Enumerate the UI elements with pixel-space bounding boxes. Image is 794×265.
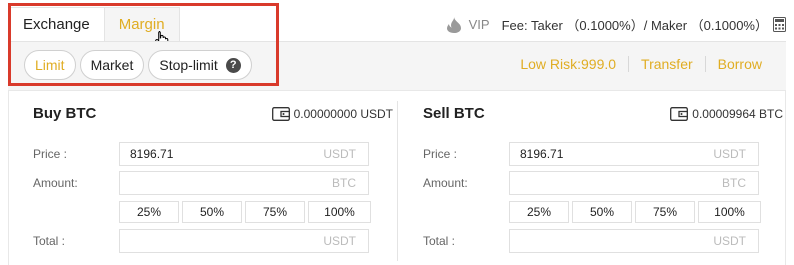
buy-percent-25[interactable]: 25% bbox=[119, 201, 179, 223]
fee-info: VIP Fee: Taker （0.1000%）/ Maker （0.1000%… bbox=[446, 15, 786, 34]
order-panel: Buy BTC 0.00000000 USDT Price : 8196.71 … bbox=[8, 90, 786, 265]
sell-price-row: Price : 8196.71 USDT bbox=[423, 142, 759, 166]
buy-total-input[interactable]: USDT bbox=[119, 229, 369, 253]
sell-amount-input[interactable]: BTC bbox=[509, 171, 759, 195]
sell-total-label: Total : bbox=[423, 234, 456, 248]
buy-form: Buy BTC 0.00000000 USDT Price : 8196.71 … bbox=[33, 91, 393, 265]
sell-amount-unit: BTC bbox=[722, 176, 746, 190]
sell-total-row: Total : USDT bbox=[423, 229, 759, 253]
buy-percent-75[interactable]: 75% bbox=[245, 201, 305, 223]
borrow-link[interactable]: Borrow bbox=[704, 56, 762, 72]
sell-balance: 0.00009964 BTC bbox=[670, 107, 783, 121]
annotation-highlight-box bbox=[8, 3, 279, 86]
buy-balance: 0.00000000 USDT bbox=[271, 107, 393, 121]
wallet-icon bbox=[670, 107, 689, 121]
sell-form: Sell BTC 0.00009964 BTC Price : 8196.71 … bbox=[423, 91, 783, 265]
buy-amount-input[interactable]: BTC bbox=[119, 171, 369, 195]
sell-title: Sell BTC bbox=[423, 105, 485, 122]
sell-amount-row: Amount: BTC bbox=[423, 171, 759, 195]
buy-amount-unit: BTC bbox=[332, 176, 356, 190]
buy-price-unit: USDT bbox=[323, 147, 356, 161]
buy-total-row: Total : USDT bbox=[33, 229, 369, 253]
buy-balance-value: 0.00000000 USDT bbox=[293, 107, 393, 121]
sell-price-value: 8196.71 bbox=[520, 147, 564, 161]
buy-total-unit: USDT bbox=[323, 234, 356, 248]
sell-percent-25[interactable]: 25% bbox=[509, 201, 569, 223]
sell-total-input[interactable]: USDT bbox=[509, 229, 759, 253]
risk-level-link[interactable]: Low Risk:999.0 bbox=[508, 56, 628, 72]
wallet-icon bbox=[271, 107, 290, 121]
buy-title: Buy BTC bbox=[33, 105, 97, 122]
buy-price-label: Price : bbox=[33, 147, 68, 161]
sell-percent-buttons: 25% 50% 75% 100% bbox=[509, 201, 761, 223]
column-divider bbox=[397, 101, 398, 261]
sell-balance-value: 0.00009964 BTC bbox=[692, 107, 783, 121]
sell-price-unit: USDT bbox=[713, 147, 746, 161]
sell-percent-50[interactable]: 50% bbox=[572, 201, 632, 223]
buy-amount-row: Amount: BTC bbox=[33, 171, 369, 195]
sell-amount-label: Amount: bbox=[423, 176, 468, 190]
buy-price-input[interactable]: 8196.71 USDT bbox=[119, 142, 369, 166]
sell-price-input[interactable]: 8196.71 USDT bbox=[509, 142, 759, 166]
buy-amount-label: Amount: bbox=[33, 176, 78, 190]
sell-percent-75[interactable]: 75% bbox=[635, 201, 695, 223]
sell-percent-100[interactable]: 100% bbox=[698, 201, 761, 223]
margin-links: Low Risk:999.0 Transfer Borrow bbox=[508, 56, 762, 72]
vip-label[interactable]: VIP bbox=[469, 17, 490, 32]
transfer-link[interactable]: Transfer bbox=[628, 56, 705, 72]
sell-price-label: Price : bbox=[423, 147, 458, 161]
calculator-icon[interactable] bbox=[773, 17, 786, 32]
buy-percent-buttons: 25% 50% 75% 100% bbox=[119, 201, 371, 223]
buy-percent-100[interactable]: 100% bbox=[308, 201, 371, 223]
buy-price-row: Price : 8196.71 USDT bbox=[33, 142, 369, 166]
sell-total-unit: USDT bbox=[713, 234, 746, 248]
fee-text: Fee: Taker （0.1000%）/ Maker （0.1000%） bbox=[501, 18, 768, 33]
fire-icon bbox=[446, 16, 461, 33]
buy-percent-50[interactable]: 50% bbox=[182, 201, 242, 223]
buy-total-label: Total : bbox=[33, 234, 66, 248]
buy-price-value: 8196.71 bbox=[130, 147, 174, 161]
